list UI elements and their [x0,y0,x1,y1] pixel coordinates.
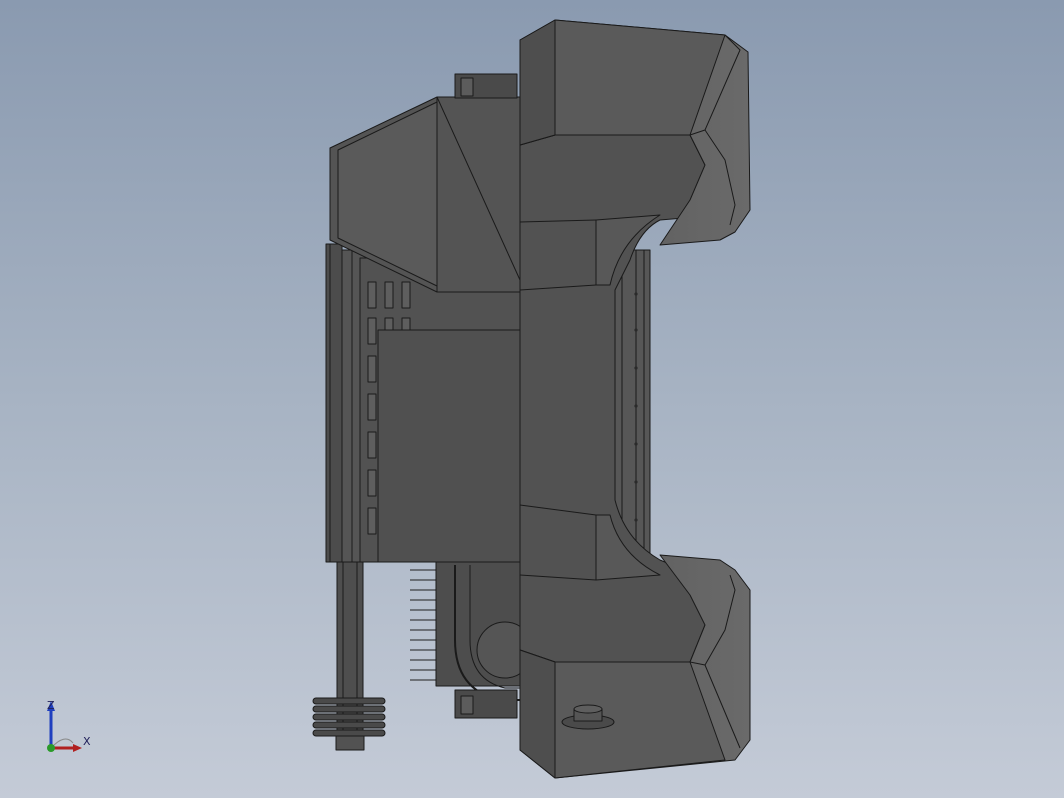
bottom-housing [435,561,534,701]
top-bracket [454,73,518,99]
pulley [312,697,386,751]
x-axis-label: X [83,735,91,748]
bottom-bracket [454,689,518,719]
cad-viewport[interactable]: Z X [0,0,1064,798]
cad-model[interactable] [0,0,1064,798]
y-axis-dot [47,744,55,752]
inner-block [377,329,524,563]
z-axis-label: Z [47,699,55,712]
